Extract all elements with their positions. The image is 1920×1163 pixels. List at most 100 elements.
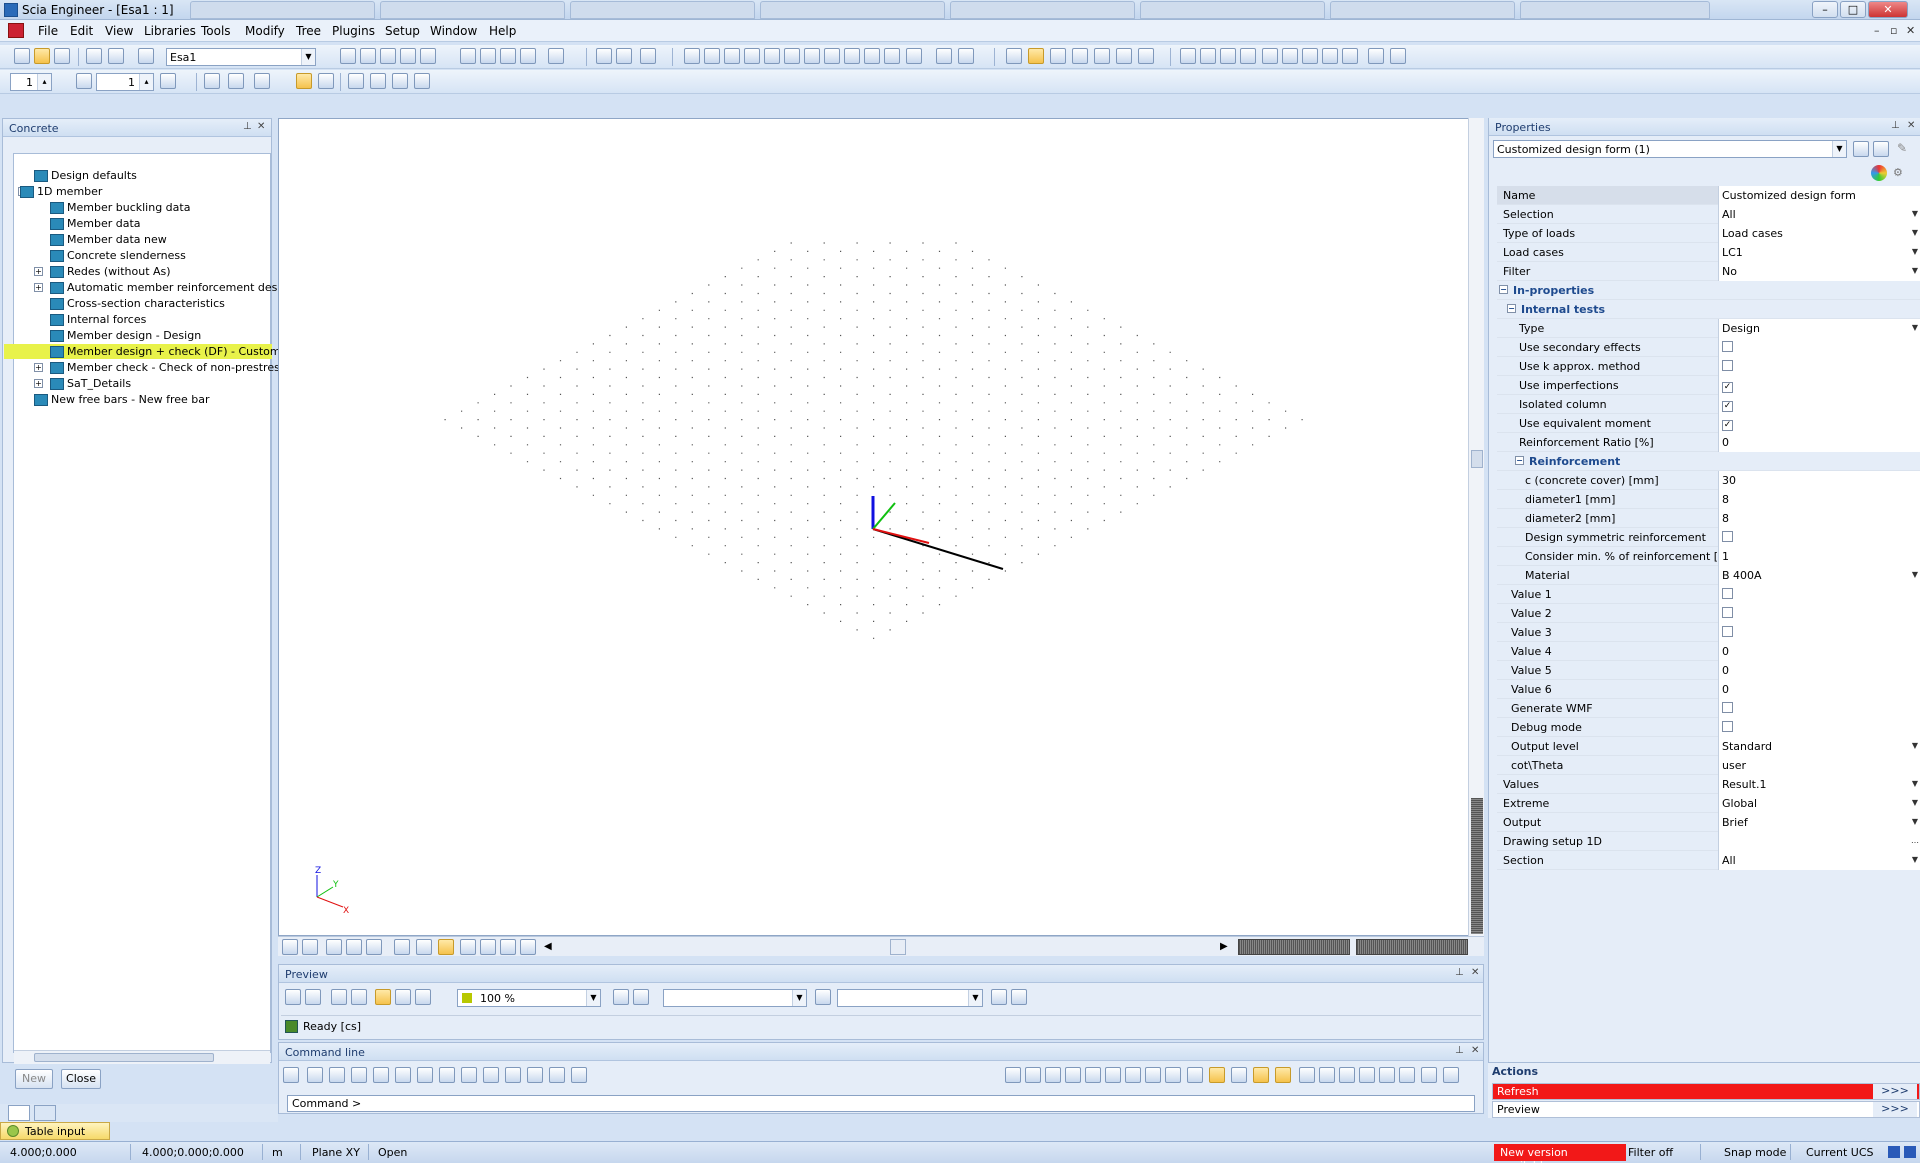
select-icon[interactable] (596, 48, 612, 64)
property-value[interactable] (1718, 357, 1920, 376)
chevron-down-icon[interactable]: ▼ (968, 990, 982, 1006)
property-row[interactable]: Value 3 (1497, 623, 1920, 642)
background-tab[interactable] (190, 1, 375, 19)
beam-icon[interactable] (373, 1067, 389, 1083)
background-tab[interactable] (1520, 1, 1710, 19)
layout-icon[interactable] (1094, 48, 1110, 64)
command-input[interactable]: Command > (287, 1095, 1475, 1112)
view-tool-icon[interactable] (366, 939, 382, 955)
preview-tool-icon[interactable] (633, 989, 649, 1005)
snap-icon[interactable] (1125, 1067, 1141, 1083)
snap-grid-icon[interactable] (76, 73, 92, 89)
new-file-icon[interactable] (14, 48, 30, 64)
menu-file[interactable]: File (38, 24, 58, 38)
beam-icon[interactable] (483, 1067, 499, 1083)
view-persp-icon[interactable] (764, 48, 780, 64)
beam-icon[interactable] (527, 1067, 543, 1083)
ucs-axis-x[interactable] (316, 896, 344, 908)
snap-icon[interactable] (1319, 1067, 1335, 1083)
folder-icon[interactable] (370, 73, 386, 89)
layout-icon[interactable] (1006, 48, 1022, 64)
background-tab[interactable] (760, 1, 945, 19)
property-value[interactable]: 0 (1718, 661, 1920, 680)
view-params-icon[interactable] (936, 48, 952, 64)
property-row[interactable]: Extreme Global ▼ (1497, 794, 1920, 813)
layout-active-icon[interactable] (1028, 48, 1044, 64)
snap-icon[interactable] (1379, 1067, 1395, 1083)
beam-icon[interactable] (329, 1067, 345, 1083)
property-row[interactable]: Use equivalent moment ✓ (1497, 414, 1920, 433)
checkbox-icon[interactable] (1722, 607, 1733, 618)
property-row[interactable]: cot\Theta user (1497, 756, 1920, 775)
structure-icon[interactable] (1180, 48, 1196, 64)
member-local-axis-x[interactable] (872, 528, 930, 544)
property-value[interactable] (1718, 604, 1920, 623)
status-snap[interactable]: Snap mode (1724, 1146, 1786, 1159)
status-ucs[interactable]: Current UCS (1806, 1146, 1874, 1159)
property-row[interactable]: Section All ▼ (1497, 851, 1920, 870)
tree-item[interactable]: Concrete slenderness (50, 248, 190, 263)
chevron-down-icon[interactable]: ▼ (1909, 853, 1920, 867)
menu-plugins[interactable]: Plugins (332, 24, 375, 38)
status-filter[interactable]: Filter off (1628, 1146, 1673, 1159)
tree-item[interactable]: Design defaults (34, 168, 141, 183)
member-beam[interactable] (872, 528, 1004, 570)
preview-tool-icon[interactable] (815, 989, 831, 1005)
snap-icon[interactable] (1443, 1067, 1459, 1083)
layout-icon[interactable] (1072, 48, 1088, 64)
member-local-axis-y[interactable] (872, 502, 896, 530)
close-icon[interactable]: ✕ (257, 121, 265, 132)
snap-icon[interactable] (1187, 1067, 1203, 1083)
property-value[interactable]: Customized design form (1718, 186, 1920, 205)
edit-icon[interactable]: ✎ (1897, 141, 1907, 155)
property-value[interactable]: LC1 ▼ (1718, 243, 1920, 262)
property-row[interactable]: Use imperfections ✓ (1497, 376, 1920, 395)
property-row[interactable]: Value 2 (1497, 604, 1920, 623)
chevron-down-icon[interactable]: ▼ (301, 49, 315, 65)
view-z-icon[interactable] (724, 48, 740, 64)
property-value[interactable]: ✓ (1718, 376, 1920, 395)
property-value[interactable]: All ▼ (1718, 851, 1920, 870)
structure-icon[interactable] (1302, 48, 1318, 64)
page-height-icon[interactable] (395, 989, 411, 1005)
mdi-minimize-icon[interactable]: – (1874, 24, 1880, 37)
chevron-down-icon[interactable]: ▼ (1909, 796, 1920, 810)
project-settings-icon[interactable] (138, 48, 154, 64)
beam-icon[interactable] (549, 1067, 565, 1083)
page-icon[interactable] (415, 989, 431, 1005)
color-palette-icon[interactable] (1871, 165, 1887, 181)
snap-icon[interactable] (1359, 1067, 1375, 1083)
property-value[interactable]: B 400A ▼ (1718, 566, 1920, 585)
print-icon[interactable] (460, 48, 476, 64)
checkbox-icon[interactable] (1722, 341, 1733, 352)
chevron-down-icon[interactable]: ▼ (1909, 245, 1920, 259)
property-group[interactable]: − Internal tests (1497, 300, 1920, 319)
zoom-combo[interactable]: 100 % ▼ (457, 989, 601, 1007)
zoom-all-icon[interactable] (824, 48, 840, 64)
view-tool-icon[interactable] (326, 939, 342, 955)
preview-print-icon[interactable] (351, 989, 367, 1005)
checkbox-checked-icon[interactable]: ✓ (1722, 401, 1733, 412)
menu-tools[interactable]: Tools (201, 24, 231, 38)
document-icon[interactable] (360, 48, 376, 64)
document-menu-icon[interactable] (8, 23, 24, 38)
checkbox-icon[interactable] (1722, 531, 1733, 542)
close-icon[interactable]: ✕ (1471, 967, 1479, 978)
property-value[interactable] (1718, 699, 1920, 718)
layout-icon[interactable] (1050, 48, 1066, 64)
calculator-icon[interactable] (520, 48, 536, 64)
property-row[interactable]: Value 5 0 (1497, 661, 1920, 680)
canvas-vertical-scrollbar[interactable] (1468, 118, 1484, 936)
copy-icon[interactable] (548, 48, 564, 64)
mdi-close-icon[interactable]: ✕ (1906, 24, 1915, 37)
save-icon[interactable] (54, 48, 70, 64)
structure-icon[interactable] (1368, 48, 1384, 64)
snap-icon[interactable] (1399, 1067, 1415, 1083)
tree-item[interactable]: Internal forces (50, 312, 150, 327)
property-row[interactable]: Values Result.1 ▼ (1497, 775, 1920, 794)
checkbox-checked-icon[interactable]: ✓ (1722, 420, 1733, 431)
tree-item[interactable]: New free bars - New free bar (34, 392, 214, 407)
preview-action[interactable]: Preview >>> (1492, 1101, 1920, 1118)
structure-icon[interactable] (1342, 48, 1358, 64)
beam-icon[interactable] (417, 1067, 433, 1083)
